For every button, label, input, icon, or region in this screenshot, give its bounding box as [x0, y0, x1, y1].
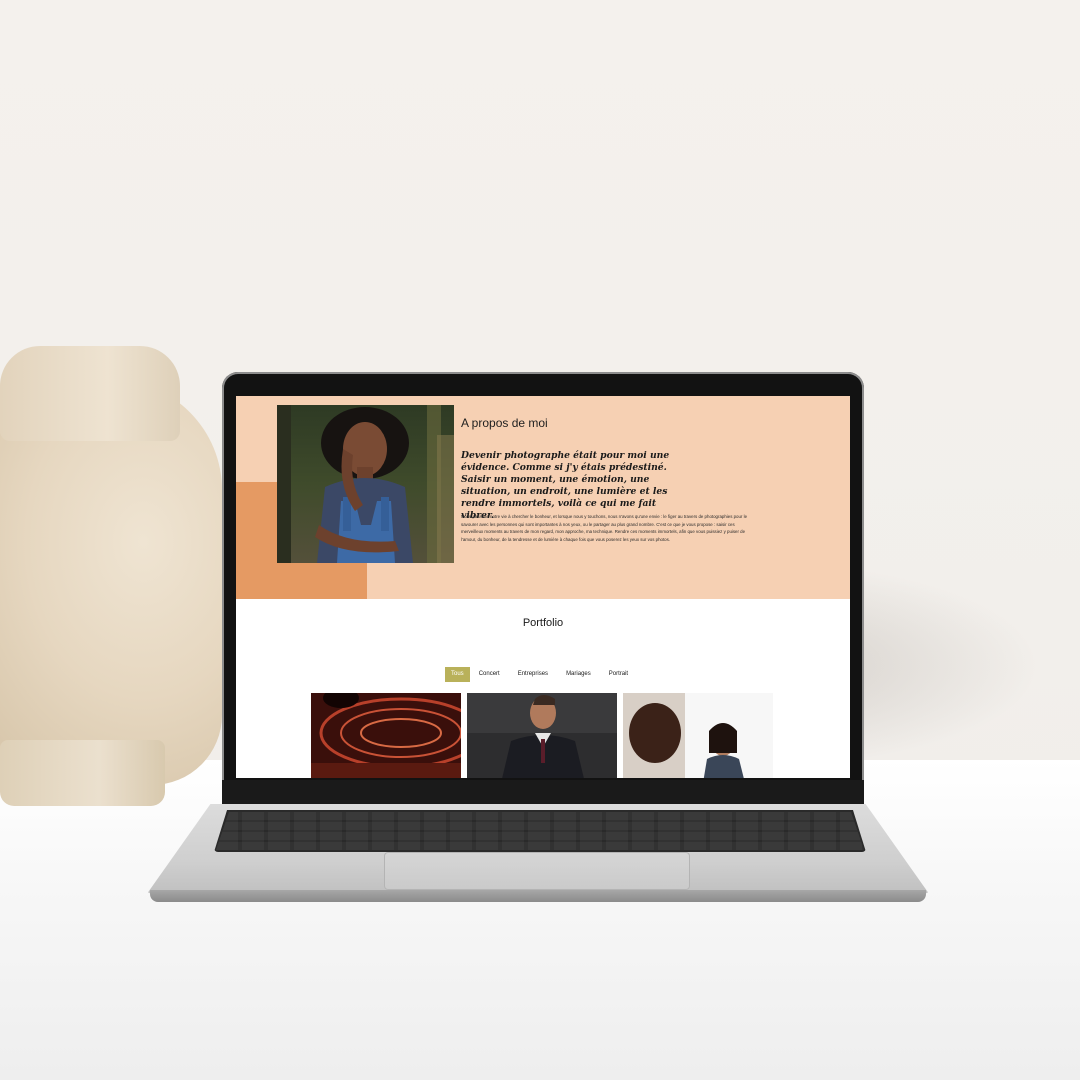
laptop-front-edge — [150, 890, 926, 902]
about-title: A propos de moi — [461, 416, 548, 430]
about-section: A propos de moi Devenir photographe étai… — [236, 396, 850, 599]
portrait-photo — [277, 405, 454, 563]
laptop-screen: A propos de moi Devenir photographe étai… — [236, 396, 850, 778]
business-man-photo — [467, 693, 617, 778]
filter-tous[interactable]: Tous — [445, 667, 470, 682]
portfolio-filters: Tous Concert Entreprises Mariages Portra… — [445, 667, 637, 682]
concert-photo — [311, 693, 461, 778]
vase-neck — [0, 346, 180, 441]
filter-portrait[interactable]: Portrait — [600, 667, 637, 682]
portfolio-item-entreprises-2[interactable] — [623, 693, 773, 778]
portfolio-title: Portfolio — [522, 617, 564, 629]
trackpad — [384, 852, 690, 890]
portfolio-item-entreprises[interactable] — [467, 693, 617, 778]
portfolio-item-concert[interactable] — [311, 693, 461, 778]
about-body-text: Nous passons notre vie à chercher le bon… — [461, 514, 748, 542]
keyboard-keys — [216, 812, 864, 850]
laptop-hinge — [222, 780, 864, 804]
filter-entreprises[interactable]: Entreprises — [509, 667, 557, 682]
business-women-photo — [623, 693, 773, 778]
filter-mariages[interactable]: Mariages — [557, 667, 600, 682]
vase-foot — [0, 740, 165, 806]
about-photo — [277, 405, 454, 563]
about-quote: Devenir photographe était pour moi une é… — [461, 450, 670, 521]
filter-concert[interactable]: Concert — [470, 667, 509, 682]
